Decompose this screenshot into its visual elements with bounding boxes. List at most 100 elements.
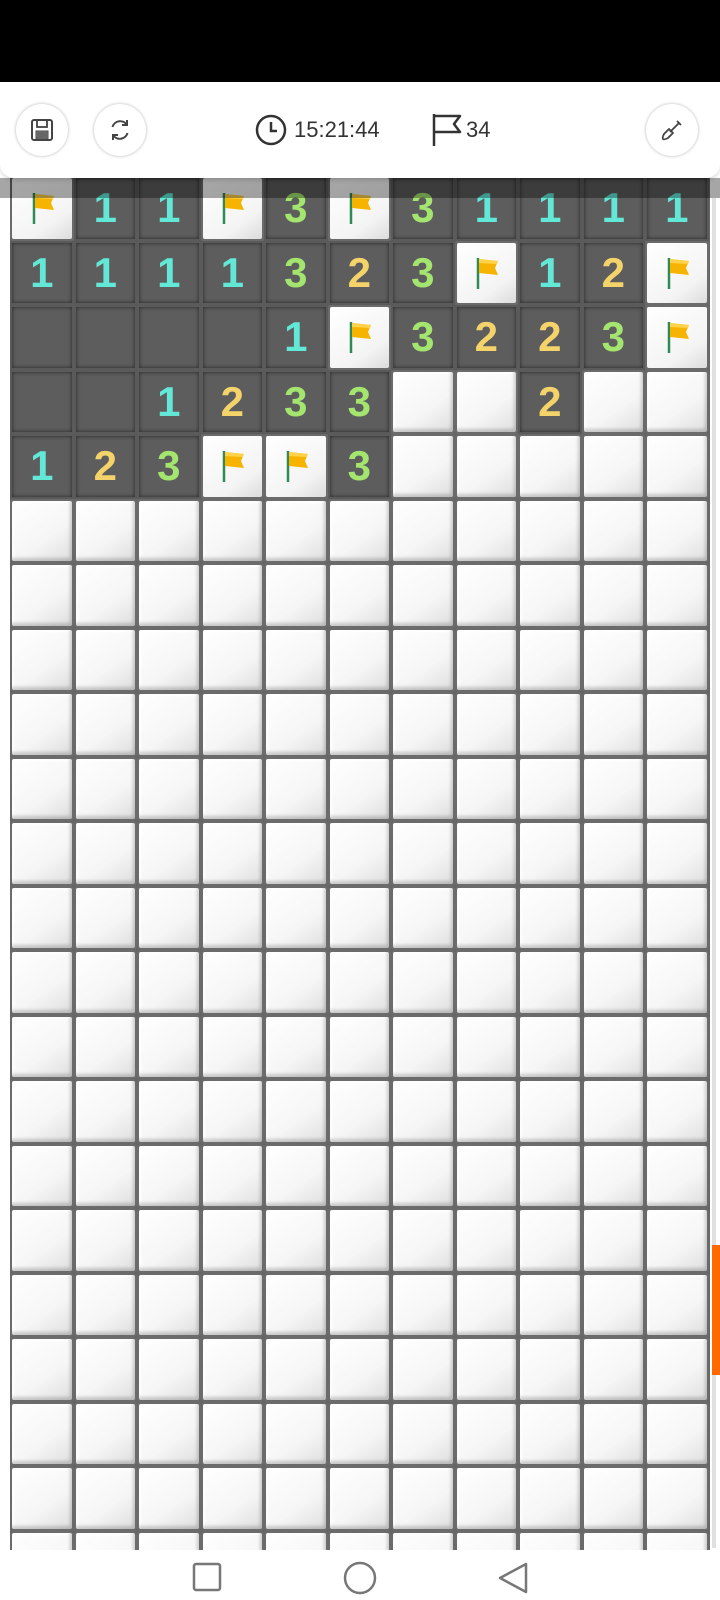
cell-closed[interactable] (264, 1272, 328, 1337)
cell-closed[interactable] (391, 1014, 455, 1079)
cell-closed[interactable] (454, 1143, 518, 1208)
cell-closed[interactable] (200, 1530, 264, 1550)
cell-closed[interactable] (391, 950, 455, 1015)
cell-closed[interactable] (518, 434, 582, 499)
cell-closed[interactable] (391, 1530, 455, 1550)
cell-closed[interactable] (581, 563, 645, 628)
cell-closed[interactable] (518, 1272, 582, 1337)
cell-closed[interactable] (200, 498, 264, 563)
cell-closed[interactable] (327, 627, 391, 692)
cell-closed[interactable] (391, 369, 455, 434)
cell-number[interactable]: 1 (10, 240, 74, 305)
cell-closed[interactable] (391, 1143, 455, 1208)
cell-closed[interactable] (200, 1272, 264, 1337)
cell-number[interactable]: 2 (327, 240, 391, 305)
cell-closed[interactable] (73, 756, 137, 821)
cell-closed[interactable] (645, 1143, 709, 1208)
cell-closed[interactable] (200, 627, 264, 692)
cell-closed[interactable] (581, 1530, 645, 1550)
cell-number[interactable]: 1 (518, 240, 582, 305)
cell-closed[interactable] (327, 1530, 391, 1550)
cell-number[interactable]: 3 (327, 434, 391, 499)
restart-button[interactable] (94, 104, 146, 156)
cell-closed[interactable] (518, 950, 582, 1015)
cell-closed[interactable] (391, 1401, 455, 1466)
cell-closed[interactable] (645, 1208, 709, 1273)
cell-closed[interactable] (73, 1466, 137, 1531)
cell-closed[interactable] (200, 1014, 264, 1079)
cell-number[interactable]: 1 (264, 305, 328, 370)
save-button[interactable] (16, 104, 68, 156)
cell-closed[interactable] (264, 1208, 328, 1273)
cell-flagged[interactable] (645, 305, 709, 370)
cell-closed[interactable] (454, 1014, 518, 1079)
cell-closed[interactable] (518, 1401, 582, 1466)
cell-closed[interactable] (327, 1079, 391, 1144)
cell-closed[interactable] (581, 821, 645, 886)
cell-closed[interactable] (200, 692, 264, 757)
cell-closed[interactable] (518, 821, 582, 886)
cell-closed[interactable] (200, 1337, 264, 1402)
cell-closed[interactable] (73, 563, 137, 628)
cell-closed[interactable] (200, 821, 264, 886)
cell-closed[interactable] (391, 1466, 455, 1531)
cell-closed[interactable] (391, 1337, 455, 1402)
cell-closed[interactable] (137, 756, 201, 821)
cell-closed[interactable] (73, 1014, 137, 1079)
cell-flagged[interactable] (200, 434, 264, 499)
cell-closed[interactable] (10, 1272, 74, 1337)
cell-closed[interactable] (581, 692, 645, 757)
cell-closed[interactable] (518, 756, 582, 821)
cell-closed[interactable] (327, 1337, 391, 1402)
back-triangle-icon[interactable] (496, 1560, 530, 1596)
cell-closed[interactable] (645, 1014, 709, 1079)
cell-closed[interactable] (454, 1337, 518, 1402)
cell-closed[interactable] (73, 1143, 137, 1208)
cell-closed[interactable] (518, 498, 582, 563)
cell-closed[interactable] (264, 1143, 328, 1208)
cell-number[interactable]: 2 (200, 369, 264, 434)
cell-closed[interactable] (454, 627, 518, 692)
cell-empty[interactable] (10, 305, 74, 370)
cell-empty[interactable] (73, 369, 137, 434)
cell-closed[interactable] (137, 1530, 201, 1550)
cell-empty[interactable] (200, 305, 264, 370)
cell-closed[interactable] (10, 1401, 74, 1466)
cell-closed[interactable] (454, 692, 518, 757)
cell-closed[interactable] (264, 756, 328, 821)
cell-closed[interactable] (645, 498, 709, 563)
cell-closed[interactable] (454, 1466, 518, 1531)
cell-closed[interactable] (137, 1143, 201, 1208)
cell-closed[interactable] (264, 1466, 328, 1531)
cell-closed[interactable] (10, 1143, 74, 1208)
cell-closed[interactable] (264, 563, 328, 628)
cell-empty[interactable] (10, 369, 74, 434)
cell-closed[interactable] (391, 1079, 455, 1144)
cell-closed[interactable] (137, 1337, 201, 1402)
cell-closed[interactable] (645, 563, 709, 628)
cell-closed[interactable] (518, 627, 582, 692)
cell-closed[interactable] (10, 692, 74, 757)
cell-closed[interactable] (454, 498, 518, 563)
cell-closed[interactable] (454, 563, 518, 628)
cell-closed[interactable] (327, 1466, 391, 1531)
cell-closed[interactable] (200, 1466, 264, 1531)
cell-closed[interactable] (264, 821, 328, 886)
cell-closed[interactable] (645, 692, 709, 757)
cell-closed[interactable] (327, 756, 391, 821)
cell-closed[interactable] (10, 498, 74, 563)
cell-closed[interactable] (137, 1079, 201, 1144)
cell-closed[interactable] (581, 1143, 645, 1208)
cell-flagged[interactable] (327, 305, 391, 370)
cell-closed[interactable] (264, 627, 328, 692)
cell-number[interactable]: 2 (518, 369, 582, 434)
cell-closed[interactable] (264, 1401, 328, 1466)
cell-closed[interactable] (518, 1014, 582, 1079)
cell-closed[interactable] (518, 1466, 582, 1531)
cell-closed[interactable] (264, 498, 328, 563)
cell-closed[interactable] (73, 1208, 137, 1273)
home-circle-icon[interactable] (342, 1560, 378, 1596)
cell-closed[interactable] (137, 1272, 201, 1337)
cell-number[interactable]: 1 (200, 240, 264, 305)
recent-apps-square-icon[interactable] (190, 1560, 224, 1594)
